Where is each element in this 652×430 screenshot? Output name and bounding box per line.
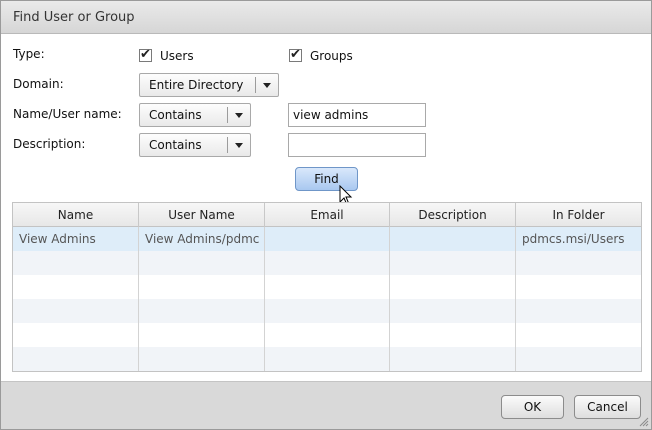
column-header-in-folder[interactable]: In Folder (516, 203, 641, 227)
select-divider (227, 137, 228, 153)
select-divider (227, 107, 228, 123)
users-checkbox[interactable]: ✔ (139, 47, 152, 62)
cell-user-name: View Admins/pdmc (145, 232, 260, 246)
empty-table-row (13, 251, 641, 275)
find-user-or-group-dialog: Find User or Group Type: ✔ Users ✔ Group… (0, 0, 652, 430)
column-divider (264, 227, 265, 371)
description-input[interactable] (288, 133, 426, 157)
column-header-email[interactable]: Email (265, 203, 390, 227)
description-match-select[interactable]: Contains (139, 133, 251, 157)
cancel-button[interactable]: Cancel (574, 395, 641, 419)
chevron-down-icon (235, 143, 243, 148)
resize-grip-icon[interactable] (639, 417, 649, 427)
groups-checkbox-label[interactable]: Groups (310, 49, 353, 63)
select-divider (255, 77, 256, 93)
dialog-titlebar[interactable]: Find User or Group (1, 1, 651, 34)
chevron-down-icon (263, 83, 271, 88)
column-header-name[interactable]: Name (13, 203, 139, 227)
table-header: Name User Name Email Description In Fold… (13, 203, 641, 227)
cell-in-folder: pdmcs.msi/Users (522, 232, 625, 246)
users-checkbox-label[interactable]: Users (160, 49, 194, 63)
dialog-title: Find User or Group (13, 10, 135, 25)
cell-email (265, 227, 390, 251)
dialog-footer: OK Cancel (1, 381, 651, 429)
name-label: Name/User name: (13, 107, 122, 121)
domain-select-value: Entire Directory (149, 78, 244, 92)
results-table: Name User Name Email Description In Fold… (12, 202, 642, 372)
domain-label: Domain: (13, 77, 64, 91)
empty-table-row (13, 275, 641, 299)
empty-table-row (13, 323, 641, 347)
checkmark-icon: ✔ (140, 47, 151, 62)
empty-table-row (13, 347, 641, 371)
empty-table-row (13, 299, 641, 323)
column-divider (515, 227, 516, 371)
chevron-down-icon (235, 113, 243, 118)
column-divider (138, 227, 139, 371)
groups-checkbox[interactable]: ✔ (289, 47, 302, 62)
ok-button[interactable]: OK (501, 395, 564, 419)
column-header-user-name[interactable]: User Name (139, 203, 265, 227)
domain-select[interactable]: Entire Directory (139, 73, 279, 97)
name-match-value: Contains (149, 108, 202, 122)
column-header-description[interactable]: Description (390, 203, 516, 227)
name-match-select[interactable]: Contains (139, 103, 251, 127)
description-label: Description: (13, 137, 86, 151)
cell-description (390, 227, 516, 251)
column-divider (389, 227, 390, 371)
type-label: Type: (13, 47, 45, 61)
name-input[interactable] (288, 103, 426, 127)
checkmark-icon: ✔ (290, 47, 301, 62)
table-row[interactable]: View Admins View Admins/pdmc pdmcs.msi/U… (13, 227, 641, 251)
cell-name: View Admins (19, 232, 96, 246)
description-match-value: Contains (149, 138, 202, 152)
